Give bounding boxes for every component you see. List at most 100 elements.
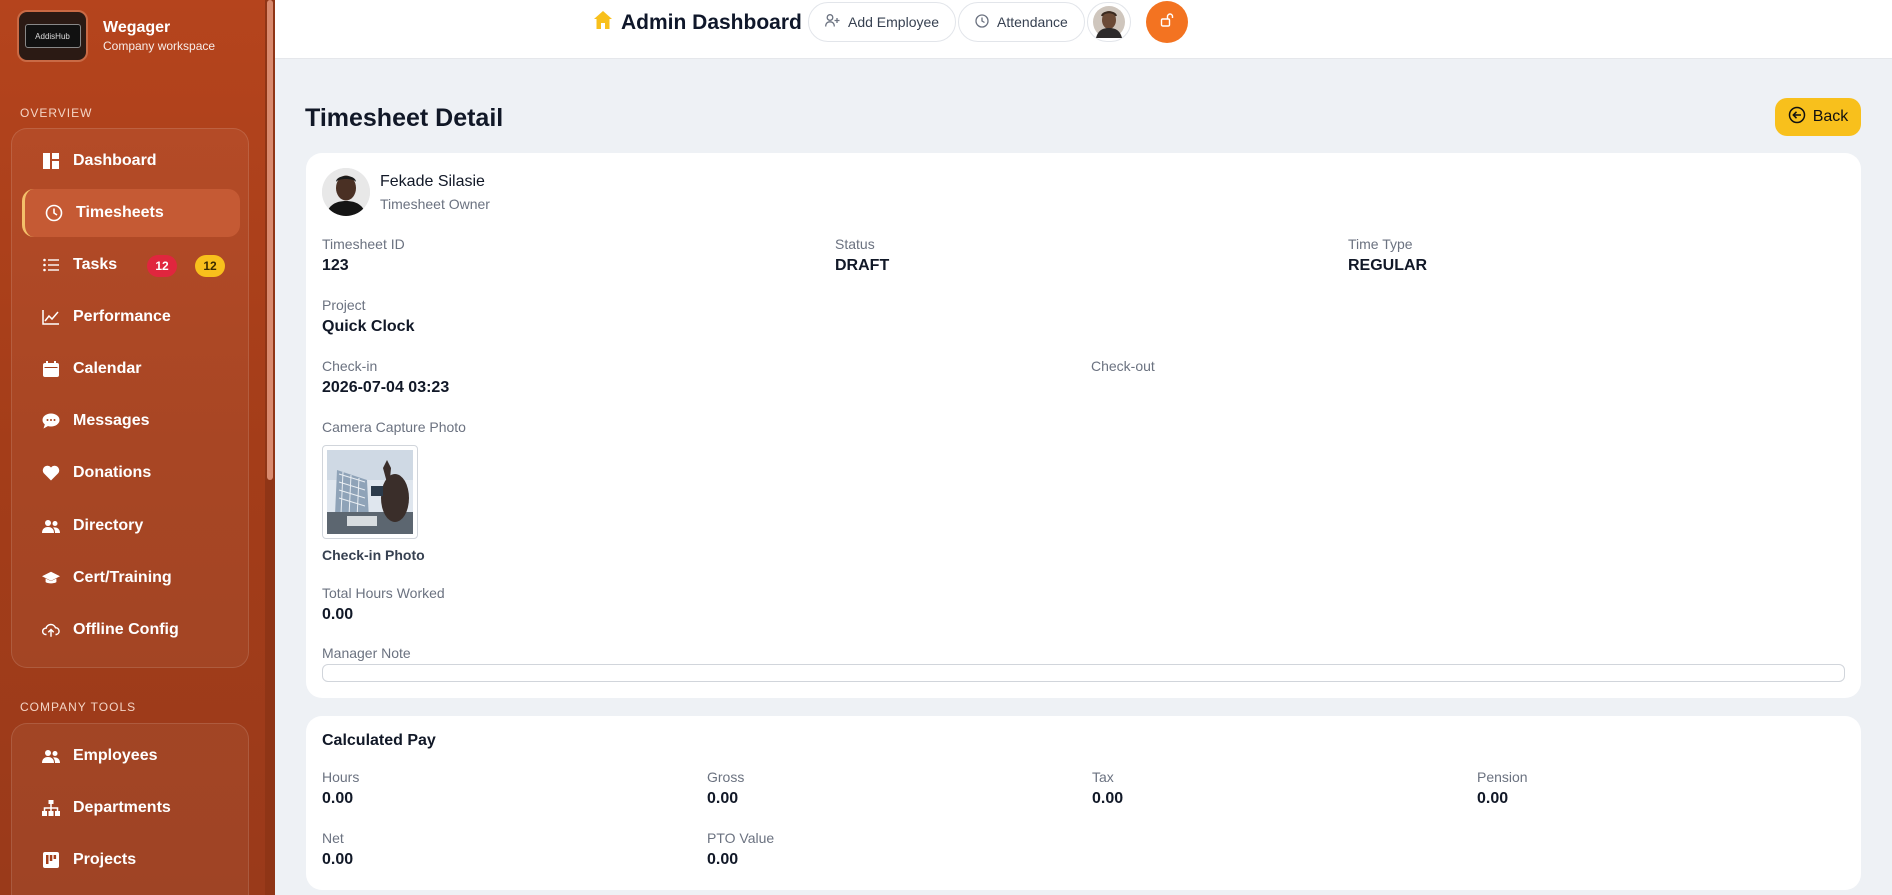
sidebar-item-label: Cert/Training — [73, 569, 172, 586]
sidebar-scrollbar-thumb[interactable] — [267, 0, 273, 480]
attendance-label: Attendance — [997, 14, 1068, 30]
timesheet-id-value: 123 — [322, 257, 349, 274]
graduation-cap-icon — [42, 569, 60, 587]
checkin-photo-caption: Check-in Photo — [322, 547, 425, 563]
chart-line-icon — [42, 308, 60, 326]
back-label: Back — [1812, 108, 1849, 125]
user-avatar-button[interactable] — [1087, 2, 1131, 42]
heart-icon — [42, 464, 60, 482]
total-hours-value: 0.00 — [322, 606, 354, 623]
logout-button[interactable] — [1146, 1, 1188, 43]
calculated-pay-heading: Calculated Pay — [322, 732, 436, 749]
total-hours-label: Total Hours Worked — [322, 585, 445, 601]
sidebar-item-label: Projects — [73, 851, 137, 868]
sidebar-item-label: Performance — [73, 308, 171, 325]
sidebar-item-label: Offline Config — [73, 621, 179, 638]
sidebar-item-messages[interactable]: Messages — [22, 397, 240, 445]
sidebar: AddisHub Wegager Company workspace OVERV… — [0, 0, 275, 895]
sidebar-item-label: Tasks — [73, 256, 118, 273]
calendar-icon — [42, 360, 60, 378]
user-plus-icon — [825, 14, 840, 30]
sitemap-icon — [42, 799, 60, 817]
sidebar-item-label: Employees — [73, 747, 158, 764]
pension-value: 0.00 — [1477, 790, 1509, 807]
owner-name: Fekade Silasie — [380, 173, 485, 190]
sidebar-item-departments[interactable]: Departments — [22, 784, 240, 832]
camera-photo-label: Camera Capture Photo — [322, 419, 466, 435]
sidebar-item-label: Dashboard — [73, 152, 157, 169]
project-label: Project — [322, 297, 366, 313]
sidebar-item-label: Directory — [73, 517, 144, 534]
admin-dashboard-label: Admin Dashboard — [621, 11, 802, 34]
tasks-badge-yellow: 12 — [195, 255, 225, 277]
clock-icon — [975, 13, 989, 31]
sidebar-item-employees[interactable]: Employees — [22, 732, 240, 780]
sidebar-item-projects[interactable]: Projects — [22, 836, 240, 884]
sidebar-item-directory[interactable]: Directory — [22, 502, 240, 550]
attendance-button[interactable]: Attendance — [958, 2, 1085, 42]
unlock-icon — [1160, 12, 1174, 32]
brand-name: Wegager — [103, 19, 171, 36]
home-icon — [593, 10, 613, 36]
sidebar-item-calendar[interactable]: Calendar — [22, 345, 240, 393]
company-tools-section-label: COMPANY TOOLS — [20, 700, 137, 714]
brand-logo: AddisHub — [17, 10, 88, 62]
status-value: DRAFT — [835, 257, 890, 274]
pay-hours-value: 0.00 — [322, 790, 354, 807]
back-button[interactable]: Back — [1775, 98, 1861, 136]
manager-note-label: Manager Note — [322, 645, 411, 661]
pay-hours-label: Hours — [322, 769, 360, 785]
list-icon — [42, 256, 60, 274]
owner-role: Timesheet Owner — [380, 196, 490, 212]
add-employee-button[interactable]: Add Employee — [808, 2, 957, 42]
sidebar-item-label: Messages — [73, 412, 150, 429]
project-value: Quick Clock — [322, 318, 415, 335]
sidebar-scrollbar[interactable] — [265, 0, 275, 895]
tasks-badge-red: 12 — [147, 255, 177, 277]
tax-label: Tax — [1092, 769, 1114, 785]
chat-icon — [42, 412, 60, 430]
pension-label: Pension — [1477, 769, 1528, 785]
sidebar-item-label: Calendar — [73, 360, 142, 377]
sidebar-item-offline-config[interactable]: Offline Config — [22, 606, 240, 654]
arrow-circle-left-icon — [1788, 106, 1806, 129]
add-employee-label: Add Employee — [848, 14, 940, 30]
topbar: Admin Dashboard Add Employee Attendance — [275, 0, 1892, 59]
admin-dashboard-title[interactable]: Admin Dashboard — [593, 10, 802, 36]
time-type-label: Time Type — [1348, 236, 1413, 252]
sidebar-item-label: Departments — [73, 799, 171, 816]
sidebar-item-dashboard[interactable]: Dashboard — [22, 137, 240, 185]
timesheet-detail-card: Fekade Silasie Timesheet Owner Timesheet… — [306, 153, 1861, 698]
sidebar-item-performance[interactable]: Performance — [22, 293, 240, 341]
dashboard-icon — [42, 152, 60, 170]
project-icon — [42, 851, 60, 869]
brand-subtitle: Company workspace — [103, 39, 216, 53]
sidebar-item-timesheets[interactable]: Timesheets — [22, 189, 240, 237]
pto-label: PTO Value — [707, 830, 775, 846]
timesheet-id-label: Timesheet ID — [322, 236, 405, 252]
checkin-photo[interactable] — [322, 445, 418, 539]
gross-value: 0.00 — [707, 790, 739, 807]
sidebar-item-label: Timesheets — [76, 204, 164, 221]
checkout-label: Check-out — [1091, 358, 1155, 374]
cloud-upload-icon — [42, 621, 60, 639]
sidebar-item-donations[interactable]: Donations — [22, 449, 240, 497]
checkin-value: 2026-07-04 03:23 — [322, 379, 450, 396]
sidebar-item-cert-training[interactable]: Cert/Training — [22, 554, 240, 602]
time-type-value: REGULAR — [1348, 257, 1428, 274]
sidebar-item-label: Donations — [73, 464, 152, 481]
company-tools-nav-panel: Employees Departments Projects — [11, 723, 249, 895]
brand[interactable]: AddisHub Wegager Company workspace — [17, 10, 215, 62]
clock-icon — [45, 204, 63, 222]
status-label: Status — [835, 236, 875, 252]
tax-value: 0.00 — [1092, 790, 1124, 807]
manager-note-field[interactable] — [322, 664, 1845, 682]
users-icon — [42, 517, 60, 535]
users-icon — [42, 747, 60, 765]
overview-section-label: OVERVIEW — [20, 106, 93, 120]
page-title: Timesheet Detail — [305, 104, 504, 132]
checkin-label: Check-in — [322, 358, 378, 374]
sidebar-item-tasks[interactable]: Tasks 12 12 — [22, 241, 240, 289]
checkin-photo-image — [327, 450, 413, 534]
brand-logo-text: AddisHub — [24, 24, 81, 48]
